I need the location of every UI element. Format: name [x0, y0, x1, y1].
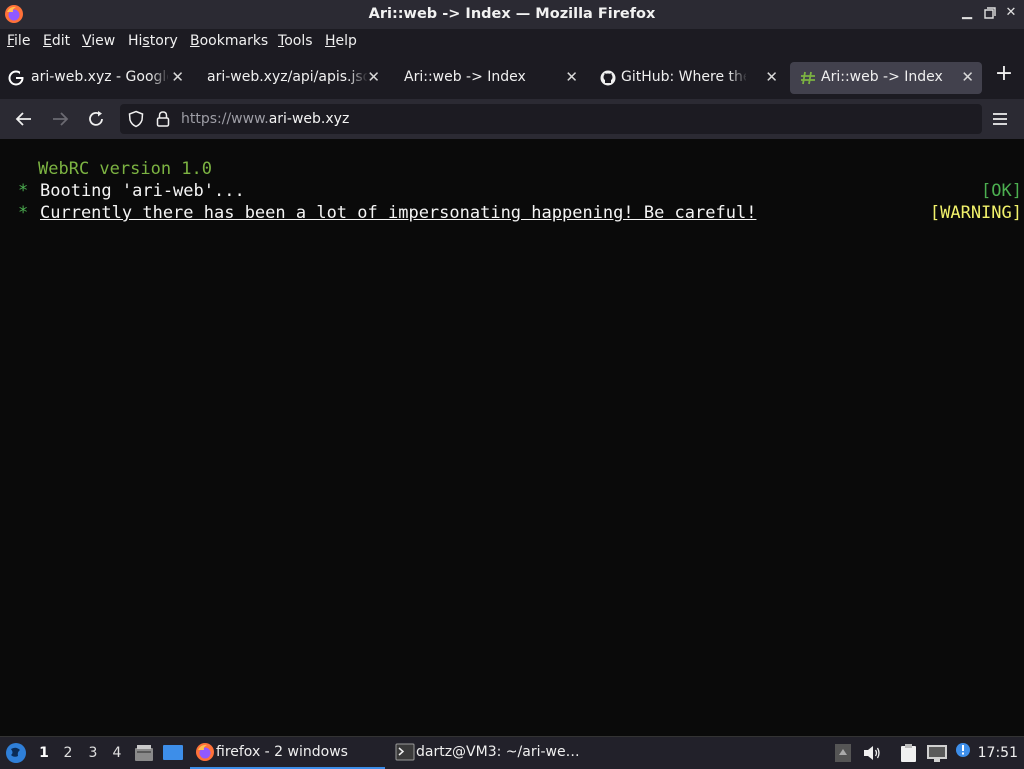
url-text[interactable]: https://www.ari-web.xyz [181, 111, 349, 127]
minimize-icon[interactable]: ▁ [958, 5, 976, 20]
forward-icon[interactable] [48, 107, 72, 131]
restore-icon[interactable] [981, 5, 999, 23]
menu-file[interactable]: File [7, 33, 30, 49]
menu-edit[interactable]: Edit [43, 33, 70, 49]
start-menu-icon[interactable] [5, 742, 27, 764]
close-icon[interactable]: ✕ [1002, 5, 1020, 20]
menu-help[interactable]: Help [325, 33, 357, 49]
url-bar[interactable]: https://www.ari-web.xyz [120, 104, 982, 134]
warning-status: [WARNING] [929, 203, 1022, 223]
tab-close-icon[interactable]: ✕ [171, 68, 184, 86]
workspace-2[interactable]: 2 [61, 745, 75, 761]
clock: 17:51 [977, 745, 1018, 761]
menu-history[interactable]: History [128, 33, 178, 49]
tab-title: Ari::web -> Index [821, 69, 943, 85]
tab-github[interactable]: GitHub: Where the world builds software … [590, 62, 786, 94]
tab-ari-web-index-active[interactable]: Ari::web -> Index ✕ [790, 62, 982, 94]
volume-icon[interactable] [862, 743, 882, 763]
back-icon[interactable] [12, 107, 36, 131]
bullet-marker: * [18, 181, 29, 201]
tab-title: Ari::web -> Index [404, 69, 526, 85]
menu-bar: File Edit View History Bookmarks Tools H… [0, 29, 1024, 55]
tab-google[interactable]: ari-web.xyz - Google ✕ [0, 62, 190, 94]
shield-icon[interactable] [127, 110, 145, 128]
task-label: dartz@VM3: ~/ari-we… [416, 744, 580, 760]
tab-title: ari-web.xyz - Google [31, 69, 168, 85]
tab-bar: ari-web.xyz - Google ✕ ari-web.xyz/api/a… [0, 55, 1024, 99]
workspace-1[interactable]: 1 [37, 745, 51, 761]
hamburger-menu-icon[interactable] [988, 107, 1012, 131]
tab-title: ari-web.xyz/api/apis.json [207, 69, 367, 85]
tab-close-icon[interactable]: ✕ [765, 68, 778, 86]
github-icon [600, 70, 616, 86]
window-title: Ari::web -> Index — Mozilla Firefox [368, 6, 656, 22]
tab-fade [728, 62, 748, 94]
google-icon [8, 70, 24, 86]
task-terminal[interactable]: dartz@VM3: ~/ari-we… [390, 737, 590, 769]
tab-close-icon[interactable]: ✕ [565, 68, 578, 86]
task-firefox[interactable]: firefox - 2 windows [190, 737, 385, 769]
menu-bookmarks[interactable]: Bookmarks [190, 33, 268, 49]
ok-status: [OK] [981, 181, 1022, 201]
tab-apis-json[interactable]: ari-web.xyz/api/apis.json ✕ [190, 62, 388, 94]
tab-ari-web-index[interactable]: Ari::web -> Index ✕ [388, 62, 586, 94]
notification-area-icon[interactable] [834, 743, 852, 763]
file-manager-icon[interactable] [134, 743, 154, 763]
clipboard-icon[interactable] [898, 743, 920, 763]
tab-fade [150, 62, 170, 94]
update-notifier-icon[interactable] [954, 741, 972, 759]
workspace-3[interactable]: 3 [86, 745, 100, 761]
terminal-icon [395, 743, 415, 761]
network-icon[interactable] [926, 743, 948, 763]
warning-message[interactable]: Currently there has been a lot of impers… [40, 203, 756, 223]
menu-view[interactable]: View [82, 33, 115, 49]
lock-icon[interactable] [155, 110, 171, 128]
task-label: firefox - 2 windows [216, 744, 348, 760]
taskbar: 1 2 3 4 firefox - 2 windows dartz@VM3: ~… [0, 736, 1024, 769]
page-content: WebRC version 1.0 * Booting 'ari-web'...… [0, 139, 1024, 736]
bullet-marker: * [18, 203, 29, 223]
hash-icon [801, 71, 815, 85]
reload-icon[interactable] [84, 107, 108, 131]
new-tab-button[interactable]: + [994, 61, 1014, 86]
boot-message: Booting 'ari-web'... [40, 181, 245, 201]
desktop-icon[interactable] [162, 743, 184, 763]
window-titlebar: Ari::web -> Index — Mozilla Firefox ▁ ✕ [0, 0, 1024, 29]
firefox-icon [196, 743, 214, 761]
tab-close-icon[interactable]: ✕ [367, 68, 380, 86]
tab-fade [348, 62, 368, 94]
menu-tools[interactable]: Tools [278, 33, 313, 49]
tab-close-icon[interactable]: ✕ [961, 68, 974, 86]
webrc-header: WebRC version 1.0 [38, 159, 212, 179]
workspace-4[interactable]: 4 [110, 745, 124, 761]
